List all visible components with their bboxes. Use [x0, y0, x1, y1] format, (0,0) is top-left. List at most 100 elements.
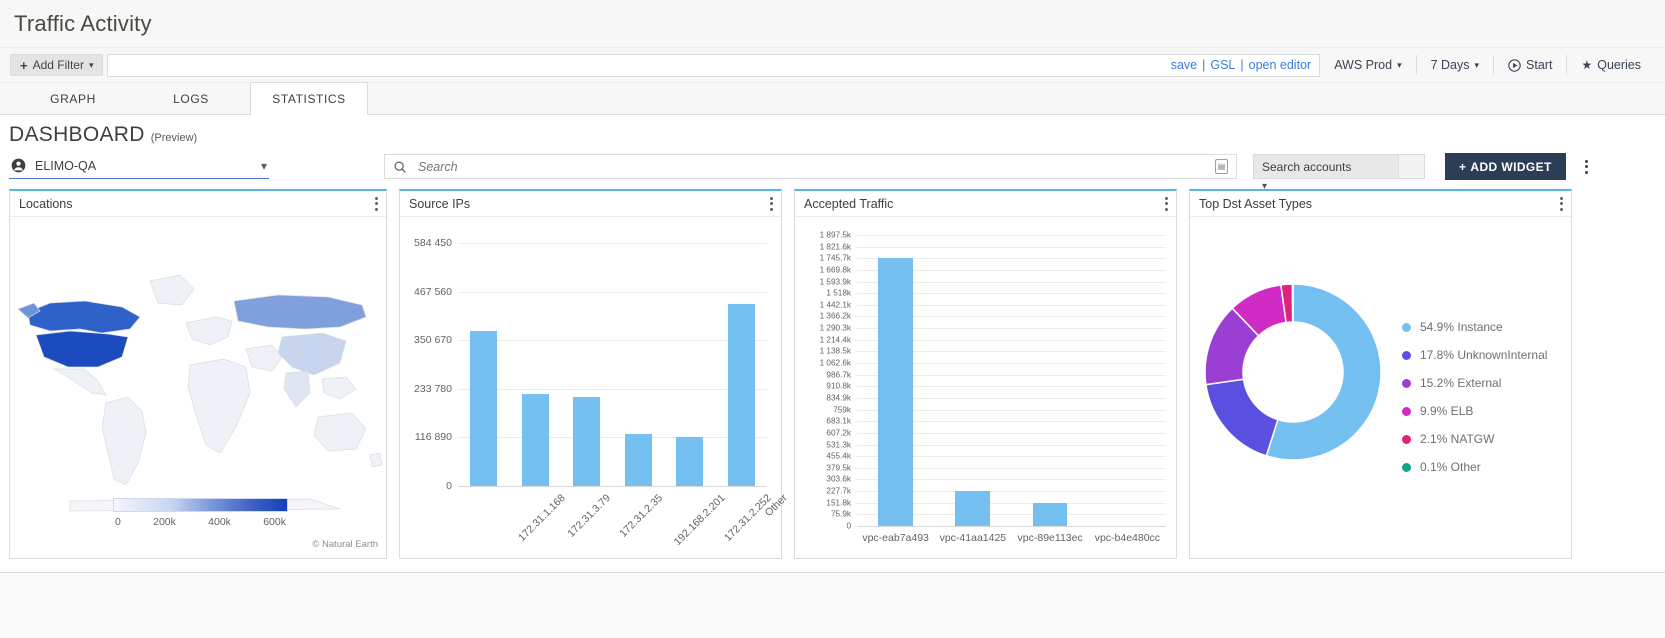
play-icon [1508, 58, 1521, 72]
legend-item[interactable]: 17.8% UnknownInternal [1402, 341, 1547, 369]
widget-overflow-menu[interactable] [770, 196, 773, 211]
widget-accepted-traffic: Accepted Traffic 1 897.5k 1 821.6k 1 745.7… [794, 189, 1177, 559]
bar[interactable] [727, 304, 755, 486]
widget-grid: Locations 0 200k 400k 600k © Natural Ear… [0, 186, 1665, 559]
legend-label: 9.9% ELB [1420, 404, 1474, 418]
open-editor-link[interactable]: open editor [1249, 58, 1312, 72]
widget-header: Source IPs [400, 191, 781, 217]
y-axis-tick-label: 1 138.5k [819, 346, 851, 356]
search-accounts-field[interactable]: Search accounts ▾ [1253, 154, 1425, 192]
account-selector[interactable]: ELIMO-QA ▾ [9, 154, 269, 179]
x-axis-line [857, 526, 1166, 527]
dashboard-overflow-menu[interactable] [1578, 159, 1596, 174]
y-axis-tick-label: 683.1k [826, 416, 851, 426]
filter-toolbar: + Add Filter ▾ save | GSL | open editor … [0, 48, 1665, 83]
y-axis-tick-label: 607.2k [826, 428, 851, 438]
dashboard-controls: ELIMO-QA ▾ ▤ Search accounts ▾ + ADD WID… [0, 149, 1665, 192]
bar[interactable] [676, 437, 704, 486]
legend-label: 15.2% External [1420, 376, 1502, 390]
filter-query-input[interactable]: save | GSL | open editor [107, 53, 1321, 77]
map-color-legend: 0 200k 400k 600k [113, 498, 288, 528]
y-axis-labels: 584 450 467 560 350 670 233 780 116 890 0 [400, 217, 458, 558]
legend-item[interactable]: 54.9% Instance [1402, 313, 1547, 341]
queries-button[interactable]: ★ Queries [1567, 58, 1655, 72]
legend-item[interactable]: 9.9% ELB [1402, 397, 1547, 425]
gridline [458, 388, 767, 390]
add-filter-button[interactable]: + Add Filter ▾ [10, 54, 104, 76]
widget-locations: Locations 0 200k 400k 600k © Natural Ear… [9, 189, 387, 559]
tab-logs[interactable]: LOGS [132, 83, 250, 114]
widget-overflow-menu[interactable] [1560, 196, 1563, 211]
donut-slice[interactable] [1205, 378, 1279, 457]
y-axis-tick-label: 1 290.3k [819, 323, 851, 333]
donut-slice[interactable] [1291, 283, 1294, 323]
y-axis-tick-label: 531.3k [826, 440, 851, 450]
y-axis-tick-label: 0 [446, 480, 452, 492]
tab-graph[interactable]: GRAPH [14, 83, 132, 114]
legend-item[interactable]: 15.2% External [1402, 369, 1547, 397]
y-axis-tick-label: 834.9k [826, 393, 851, 403]
y-axis-tick-label: 455.4k [826, 451, 851, 461]
bar[interactable] [955, 491, 991, 526]
widget-overflow-menu[interactable] [1165, 196, 1168, 211]
widget-overflow-menu[interactable] [375, 196, 378, 211]
widget-body: 584 450 467 560 350 670 233 780 116 890 0 172.… [400, 217, 790, 558]
y-axis-tick-label: 227.7k [826, 486, 851, 496]
world-map-svg [17, 274, 383, 512]
chevron-down-icon: ▾ [88, 59, 94, 70]
legend-color-dot [1402, 378, 1411, 388]
start-button[interactable]: Start [1494, 58, 1566, 72]
y-axis-tick-label: 1 442.1k [819, 300, 851, 310]
start-label: Start [1526, 58, 1553, 72]
legend-label: 0.1% Other [1420, 460, 1481, 474]
widget-header: Locations [10, 191, 386, 217]
account-dropdown[interactable]: AWS Prod ▾ [1320, 58, 1415, 72]
bar[interactable] [1032, 502, 1068, 526]
legend-color-dot [1402, 434, 1411, 444]
bar[interactable] [573, 397, 601, 486]
bar[interactable] [521, 393, 549, 486]
dashboard-heading: DASHBOARD (Preview) [0, 115, 1665, 149]
widget-source-ips: Source IPs 584 450 467 560 350 670 233 780 1… [399, 189, 790, 559]
gridline [458, 291, 767, 293]
legend-item[interactable]: 0.1% Other [1402, 453, 1547, 481]
legend-label: 17.8% UnknownInternal [1420, 348, 1548, 362]
account-selector-value: ELIMO-QA [35, 158, 97, 173]
chevron-down-icon: ▾ [260, 158, 267, 173]
legend-tick: 600k [263, 516, 286, 528]
save-link[interactable]: save [1171, 58, 1197, 72]
x-axis-tick-label: 192.168.2.201 [671, 492, 728, 548]
y-axis-tick-label: 1 366.2k [819, 311, 851, 321]
time-range-dropdown[interactable]: 7 Days ▾ [1417, 58, 1493, 72]
gsl-link[interactable]: GSL [1210, 58, 1235, 72]
donut-chart[interactable] [1198, 277, 1388, 467]
y-axis-tick-label: 116 890 [414, 431, 452, 444]
widget-body: 1 897.5k 1 821.6k 1 745.7k 1 669.8k 1 593.9k… [795, 217, 1176, 558]
add-widget-button[interactable]: + ADD WIDGET [1445, 153, 1566, 180]
accepted-traffic-bar-chart[interactable]: 1 897.5k 1 821.6k 1 745.7k 1 669.8k 1 593.9k… [795, 217, 1176, 558]
time-range-label: 7 Days [1430, 58, 1470, 72]
widget-title: Top Dst Asset Types [1199, 196, 1313, 211]
search-accounts-swatch [1398, 155, 1424, 178]
x-axis-tick-label: 172.31.3.79 [565, 492, 614, 540]
bar[interactable] [878, 258, 913, 526]
bar[interactable] [470, 331, 498, 486]
legend-item[interactable]: 2.1% NATGW [1402, 425, 1547, 453]
x-axis-tick-label: 172.31.1.168 [515, 492, 568, 544]
dashboard-title: DASHBOARD [9, 123, 145, 146]
y-axis-tick-label: 986.7k [826, 370, 851, 380]
legend-label: 2.1% NATGW [1420, 432, 1495, 446]
x-axis-tick-label: vpc-b4e480cc [1094, 532, 1161, 544]
source-ips-bar-chart[interactable]: 584 450 467 560 350 670 233 780 116 890 0 172.… [400, 217, 790, 558]
bar[interactable] [624, 433, 652, 486]
donut-svg [1204, 283, 1382, 461]
search-input[interactable] [416, 158, 1206, 175]
y-axis-tick-label: 233 780 [414, 382, 452, 395]
keyboard-icon[interactable]: ▤ [1215, 159, 1228, 174]
plus-icon: + [20, 57, 28, 73]
dashboard-search[interactable]: ▤ [384, 154, 1237, 179]
tab-statistics[interactable]: STATISTICS [250, 82, 368, 115]
add-filter-label: Add Filter [32, 58, 84, 72]
chevron-down-icon: ▾ [1397, 59, 1402, 70]
y-axis-tick-label: 1 745.7k [819, 253, 851, 263]
